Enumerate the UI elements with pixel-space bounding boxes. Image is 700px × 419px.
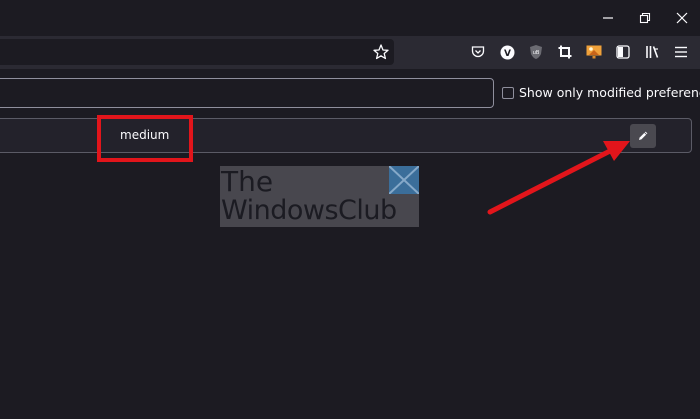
annotation-arrow — [487, 141, 630, 215]
